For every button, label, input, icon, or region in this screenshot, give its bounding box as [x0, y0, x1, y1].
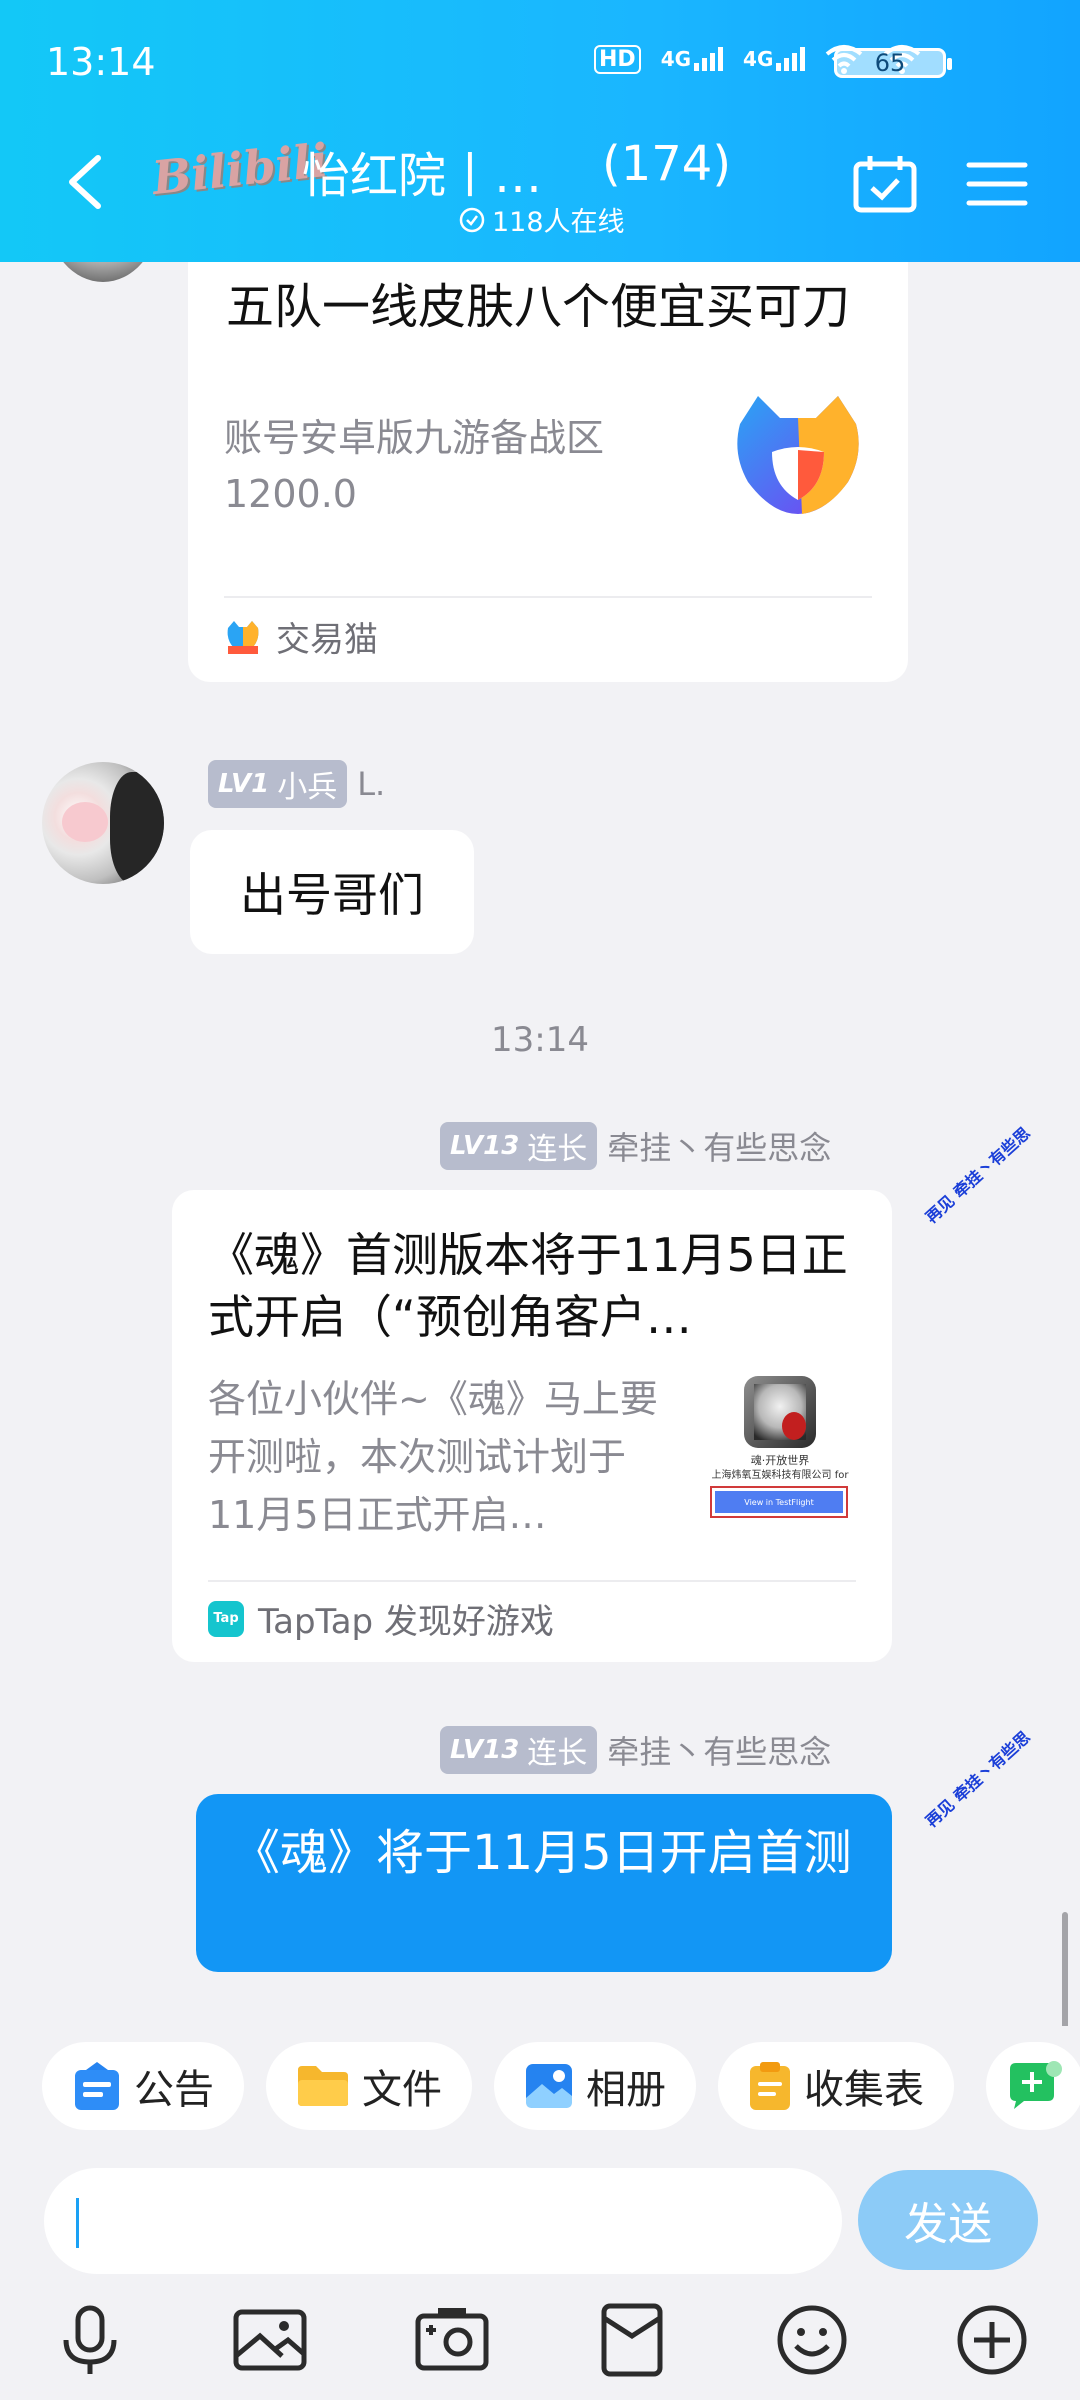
- back-button[interactable]: [62, 152, 106, 212]
- app-icon: [744, 1376, 816, 1448]
- rank-text: 连长: [527, 1132, 588, 1167]
- card-price: 1200.0: [224, 472, 357, 516]
- thumb-button-frame: View in TestFlight: [710, 1486, 848, 1518]
- thumb-caption: 上海炜氧互娱科技有限公司 for: [711, 1470, 849, 1481]
- avatar-signature[interactable]: 再见 牵挂丶有些思: [919, 1724, 1034, 1831]
- level-badge: LV13 连长: [440, 1122, 598, 1170]
- signal-4g-icon: 4G: [743, 47, 806, 71]
- card-source-label: TapTap 发现好游戏: [258, 1602, 554, 1642]
- sender-row: LV1 小兵 L.: [208, 760, 385, 808]
- card-description: 账号安卓版九游备战区: [224, 416, 605, 460]
- avatar[interactable]: [42, 762, 164, 884]
- jiaoyimao-small-icon: [224, 617, 262, 656]
- sender-row: LV13 连长 牵挂丶有些思念: [440, 1726, 831, 1774]
- level-badge: LV1 小兵: [208, 760, 348, 808]
- card-thumbnail: 魂·开放世界 上海炜氧互娱科技有限公司 for View in TestFlig…: [700, 1374, 860, 1524]
- online-status[interactable]: 118人在线: [458, 200, 625, 239]
- rank-text: 连长: [527, 1736, 588, 1771]
- card-description: 各位小伙伴~《魂》马上要开测啦，本次测试计划于11月5日正式开启…: [208, 1377, 658, 1537]
- message-bubble[interactable]: 出号哥们: [190, 830, 474, 954]
- group-title[interactable]: 怡红院丨…: [302, 136, 542, 206]
- avatar-art: [110, 772, 164, 884]
- card-divider: [208, 1580, 856, 1582]
- more-chip[interactable]: [986, 2042, 1080, 2130]
- chip-label: 公告: [134, 2067, 214, 2113]
- message-text: 出号哥们: [240, 868, 424, 922]
- card-source-label: 交易猫: [276, 620, 378, 660]
- emoji-icon[interactable]: [772, 2300, 852, 2380]
- sender-row: LV13 连长 牵挂丶有些思念: [440, 1122, 831, 1170]
- avatar-signature[interactable]: 再见 牵挂丶有些思: [919, 1120, 1034, 1227]
- chip-label: 相册: [586, 2067, 666, 2113]
- send-button[interactable]: 发送: [858, 2170, 1038, 2270]
- signal-4g-icon: 4G: [661, 47, 724, 71]
- avatar-art: [62, 802, 108, 842]
- card-divider: [224, 596, 872, 598]
- quick-actions-bar[interactable]: 公告 文件 相册 收集表: [0, 2026, 1080, 2148]
- chat-plus-icon: [1010, 2061, 1062, 2109]
- thumb-button: View in TestFlight: [715, 1491, 843, 1513]
- clipboard-icon: [750, 2062, 790, 2110]
- image-icon[interactable]: [230, 2300, 310, 2380]
- timestamp: 13:14: [491, 1020, 589, 1060]
- sender-name[interactable]: L.: [357, 765, 385, 803]
- calendar-check-icon[interactable]: [852, 154, 918, 214]
- message-input[interactable]: [44, 2168, 842, 2274]
- chat-header: 13:14 HD 4G 4G 65 Bilibili 怡红院丨… (174) 1…: [0, 0, 1080, 262]
- red-packet-icon[interactable]: [592, 2300, 672, 2380]
- files-chip[interactable]: 文件: [266, 2042, 472, 2130]
- check-circle-icon: [459, 207, 485, 232]
- text-caret: [76, 2198, 79, 2248]
- chip-label: 收集表: [804, 2067, 924, 2113]
- menu-icon[interactable]: [966, 160, 1028, 208]
- microphone-icon[interactable]: [50, 2300, 130, 2380]
- form-chip[interactable]: 收集表: [718, 2042, 954, 2130]
- level-text: LV1: [218, 769, 270, 799]
- rank-text: 小兵: [277, 770, 338, 805]
- album-chip[interactable]: 相册: [494, 2042, 696, 2130]
- message-text: 《魂》将于11月5日开启首测: [232, 1825, 852, 1881]
- link-card[interactable]: 五队一线皮肤八个便宜买可刀 账号安卓版九游备战区 1200.0 交易猫: [188, 262, 908, 682]
- level-text: LV13: [450, 1735, 520, 1765]
- level-badge: LV13 连长: [440, 1726, 598, 1774]
- card-title: 五队一线皮肤八个便宜买可刀: [226, 279, 851, 335]
- hd-icon: HD: [594, 44, 641, 74]
- sender-name[interactable]: 牵挂丶有些思念: [607, 1123, 831, 1169]
- message-list[interactable]: 五队一线皮肤八个便宜买可刀 账号安卓版九游备战区 1200.0 交易猫 LV1 小…: [0, 262, 1080, 2026]
- battery-icon: 65: [834, 48, 952, 78]
- card-source: Tap TapTap 发现好游戏: [208, 1594, 554, 1643]
- sender-name[interactable]: 牵挂丶有些思念: [607, 1727, 831, 1773]
- card-source: 交易猫: [224, 612, 378, 661]
- online-text: 118人在线: [492, 207, 625, 238]
- input-toolbar: [0, 2280, 1080, 2400]
- jiaoyimao-logo-icon: [737, 396, 859, 514]
- announcement-chip[interactable]: 公告: [42, 2042, 244, 2130]
- level-text: LV13: [450, 1131, 520, 1161]
- input-row: 发送: [0, 2148, 1080, 2278]
- avatar[interactable]: [48, 262, 158, 282]
- chip-label: 文件: [362, 2067, 442, 2113]
- taptap-icon: Tap: [208, 1600, 244, 1637]
- scrollbar[interactable]: [1062, 1912, 1068, 2026]
- message-bubble-outgoing[interactable]: 《魂》将于11月5日开启首测: [196, 1794, 892, 1972]
- link-card[interactable]: 《魂》首测版本将于11月5日正式开启（“预创角客户… 各位小伙伴~《魂》马上要开…: [172, 1190, 892, 1662]
- camera-icon[interactable]: [412, 2300, 492, 2380]
- member-count[interactable]: (174): [602, 136, 731, 192]
- album-icon: [526, 2064, 572, 2108]
- folder-icon: [298, 2066, 348, 2106]
- card-title: 《魂》首测版本将于11月5日正式开启（“预创角客户…: [208, 1228, 848, 1344]
- status-time: 13:14: [46, 40, 156, 84]
- announcement-icon: [75, 2062, 119, 2110]
- plus-circle-icon[interactable]: [952, 2300, 1032, 2380]
